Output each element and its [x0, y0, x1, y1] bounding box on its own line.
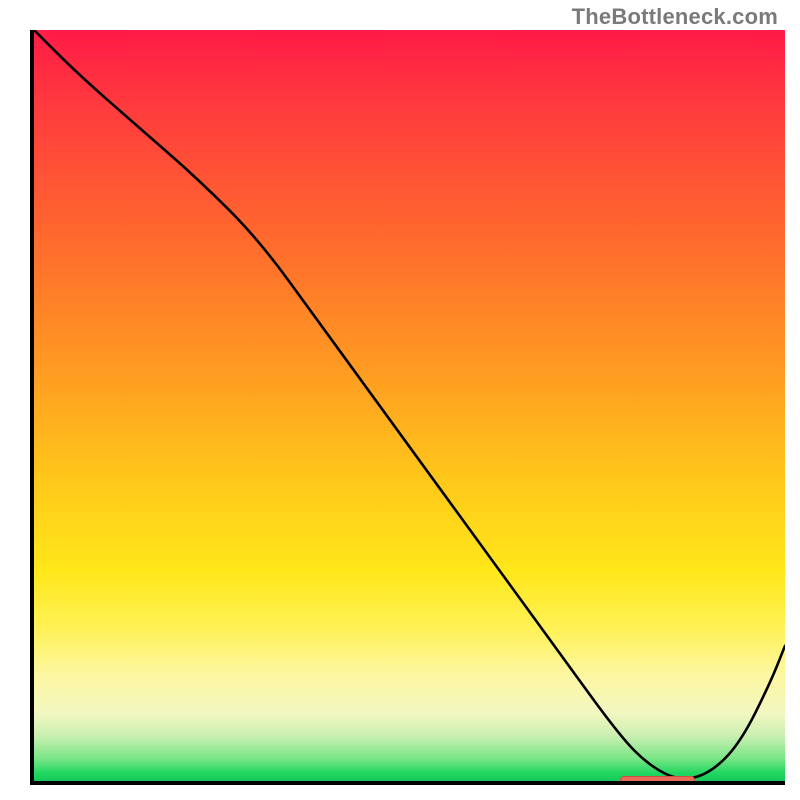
- watermark-text: TheBottleneck.com: [572, 4, 778, 30]
- chart-root: { "watermark": "TheBottleneck.com", "col…: [0, 0, 800, 800]
- plot-area: [34, 30, 785, 781]
- curve-svg: [34, 30, 785, 781]
- optimal-range-marker: [620, 776, 695, 781]
- bottleneck-curve: [34, 30, 785, 779]
